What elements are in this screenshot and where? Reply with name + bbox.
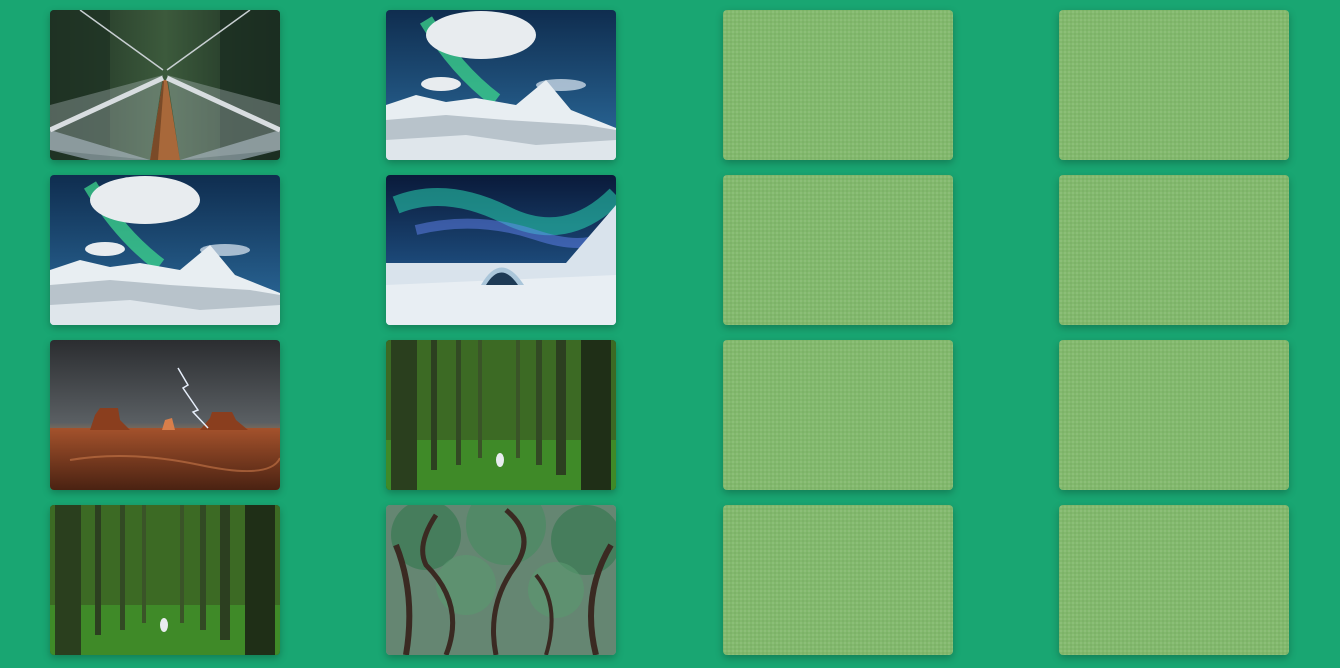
aurora-ice-hotel-image: [386, 175, 616, 325]
card-aurora-snowy-mountains[interactable]: [50, 175, 280, 325]
card-aurora-ice-hotel[interactable]: [386, 175, 616, 325]
card-face-down[interactable]: [723, 340, 953, 490]
card-aurora-snowy-mountains[interactable]: [386, 10, 616, 160]
card-face-down[interactable]: [1059, 175, 1289, 325]
card-twisted-tree-canopy[interactable]: [386, 505, 616, 655]
card-pine-forest-figure[interactable]: [50, 505, 280, 655]
suspension-bridge-forest-image: [50, 10, 280, 160]
card-face-down[interactable]: [723, 505, 953, 655]
aurora-snowy-mountains-image: [50, 175, 280, 325]
aurora-snowy-mountains-image: [386, 10, 616, 160]
card-suspension-bridge-forest[interactable]: [50, 10, 280, 160]
pine-forest-figure-image: [50, 505, 280, 655]
desert-buttes-lightning-image: [50, 340, 280, 490]
card-face-down[interactable]: [1059, 505, 1289, 655]
card-face-down[interactable]: [723, 175, 953, 325]
twisted-tree-canopy-image: [386, 505, 616, 655]
pine-forest-figure-image: [386, 340, 616, 490]
card-face-down[interactable]: [1059, 340, 1289, 490]
card-face-down[interactable]: [1059, 10, 1289, 160]
card-pine-forest-figure[interactable]: [386, 340, 616, 490]
card-desert-buttes-lightning[interactable]: [50, 340, 280, 490]
memory-game-board: [0, 0, 1340, 668]
card-face-down[interactable]: [723, 10, 953, 160]
